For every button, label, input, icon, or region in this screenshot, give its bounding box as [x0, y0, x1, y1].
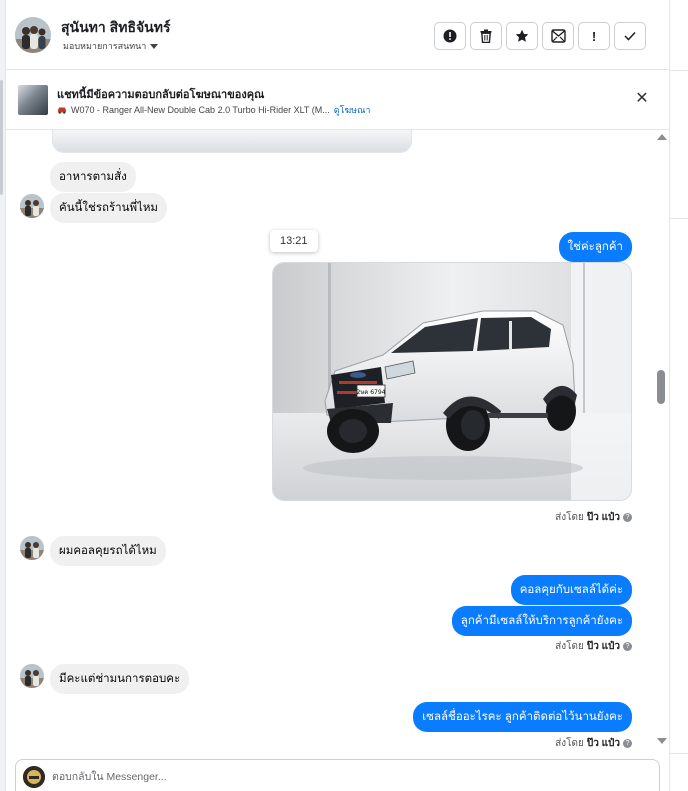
right-panel-edge [669, 0, 688, 791]
delete-button[interactable] [470, 22, 502, 50]
caret-down-icon [150, 43, 159, 49]
divider [670, 70, 688, 71]
thread-scrollbar[interactable] [656, 130, 668, 753]
star-button[interactable] [506, 22, 538, 50]
scroll-down-arrow-icon[interactable] [657, 738, 667, 744]
divider [670, 753, 688, 754]
message-thread[interactable]: อาหารตามสั่ง คันนี้ใช่รถร้านพี่ไหม 13:21… [6, 130, 656, 753]
sender-name: ป๊ว แป๋ว [586, 738, 620, 749]
incoming-message: ผมคอลคุยรถได้ไหม [50, 536, 166, 566]
sender-name: ป๊ว แป๋ว [586, 512, 620, 523]
left-scroll-handle[interactable] [0, 80, 3, 195]
incoming-message: คันนี้ใช่รถร้านพี่ไหม [50, 193, 167, 223]
reply-input[interactable] [52, 768, 642, 786]
contact-avatar-small [20, 194, 44, 218]
license-plate: 2ษค 6794 [357, 389, 386, 396]
close-banner-button[interactable]: ✕ [634, 90, 650, 107]
close-icon: ✕ [635, 90, 649, 107]
header-actions: ! [434, 22, 646, 50]
ad-reply-banner: แชทนี้มีข้อความตอบกลับต่อโฆษณาของคุณ W07… [6, 71, 669, 130]
ad-title-text: W070 - Ranger All-New Double Cab 2.0 Tur… [71, 105, 330, 115]
sent-by-label: ส่งโดย ป๊ว แป๋ว ? [555, 639, 632, 654]
outgoing-message: เซลล์ชื่ออะไรคะ ลูกค้าติดต่อไว้นานยังคะ [413, 702, 632, 732]
sent-by-prefix: ส่งโดย [555, 738, 584, 749]
reply-composer [15, 759, 660, 791]
ad-banner-title: แชทนี้มีข้อความตอบกลับต่อโฆษณาของคุณ [57, 89, 265, 101]
car-icon [58, 107, 66, 114]
outgoing-message: ลูกค้ามีเซลล์ให้บริการลูกค้ายังคะ [451, 606, 632, 636]
divider [670, 218, 688, 219]
ad-thumbnail[interactable] [18, 85, 48, 115]
scroll-up-arrow-icon[interactable] [657, 134, 667, 140]
info-icon[interactable]: ? [623, 642, 632, 651]
mark-unread-button[interactable] [542, 22, 574, 50]
scroll-thumb[interactable] [657, 370, 665, 404]
previous-image-attachment[interactable] [52, 130, 412, 153]
contact-name: สุนันทา สิทธิจันทร์ [61, 19, 171, 35]
info-icon[interactable]: ? [623, 513, 632, 522]
page-avatar [23, 766, 45, 788]
contact-avatar-small [20, 536, 44, 560]
contact-avatar[interactable] [15, 17, 51, 53]
conversation-header: สุนันทา สิทธิจันทร์ มอบหมายการสนทนา ! [6, 0, 669, 70]
star-icon [515, 29, 529, 42]
sender-name: ป๊ว แป๋ว [586, 641, 620, 652]
outgoing-message: คอลคุยกับเซลล์ได้ค่ะ [510, 575, 632, 605]
car-photo-attachment[interactable]: 2ษค 6794 [272, 262, 632, 501]
check-icon [624, 31, 636, 41]
exclamation-icon: ! [591, 28, 597, 44]
view-ad-link[interactable]: ดูโฆษณา [334, 103, 371, 117]
outgoing-message: ใช่ค่ะลูกค้า [558, 232, 632, 262]
message-timestamp: 13:21 [270, 230, 318, 252]
assign-conversation-dropdown[interactable]: มอบหมายการสนทนา [63, 39, 159, 53]
alert-button[interactable] [434, 22, 466, 50]
sent-by-label: ส่งโดย ป๊ว แป๋ว ? [555, 510, 632, 525]
alert-circle-icon [443, 29, 457, 43]
mark-done-button[interactable] [614, 22, 646, 50]
ad-banner-subtitle: W070 - Ranger All-New Double Cab 2.0 Tur… [57, 103, 370, 117]
contact-avatar-small [20, 664, 44, 688]
mark-unread-icon [550, 29, 566, 43]
info-icon[interactable]: ? [623, 739, 632, 748]
incoming-message: มีคะแต่ช่ามนการตอบคะ [50, 664, 190, 694]
sent-by-label: ส่งโดย ป๊ว แป๋ว ? [555, 736, 632, 751]
incoming-message: อาหารตามสั่ง [50, 162, 136, 192]
sent-by-prefix: ส่งโดย [555, 512, 584, 523]
flag-button[interactable]: ! [578, 22, 610, 50]
trash-icon [480, 29, 492, 43]
messenger-inbox-window: สุนันทา สิทธิจันทร์ มอบหมายการสนทนา ! แช… [0, 0, 688, 791]
assign-label: มอบหมายการสนทนา [63, 41, 147, 51]
sent-by-prefix: ส่งโดย [555, 641, 584, 652]
